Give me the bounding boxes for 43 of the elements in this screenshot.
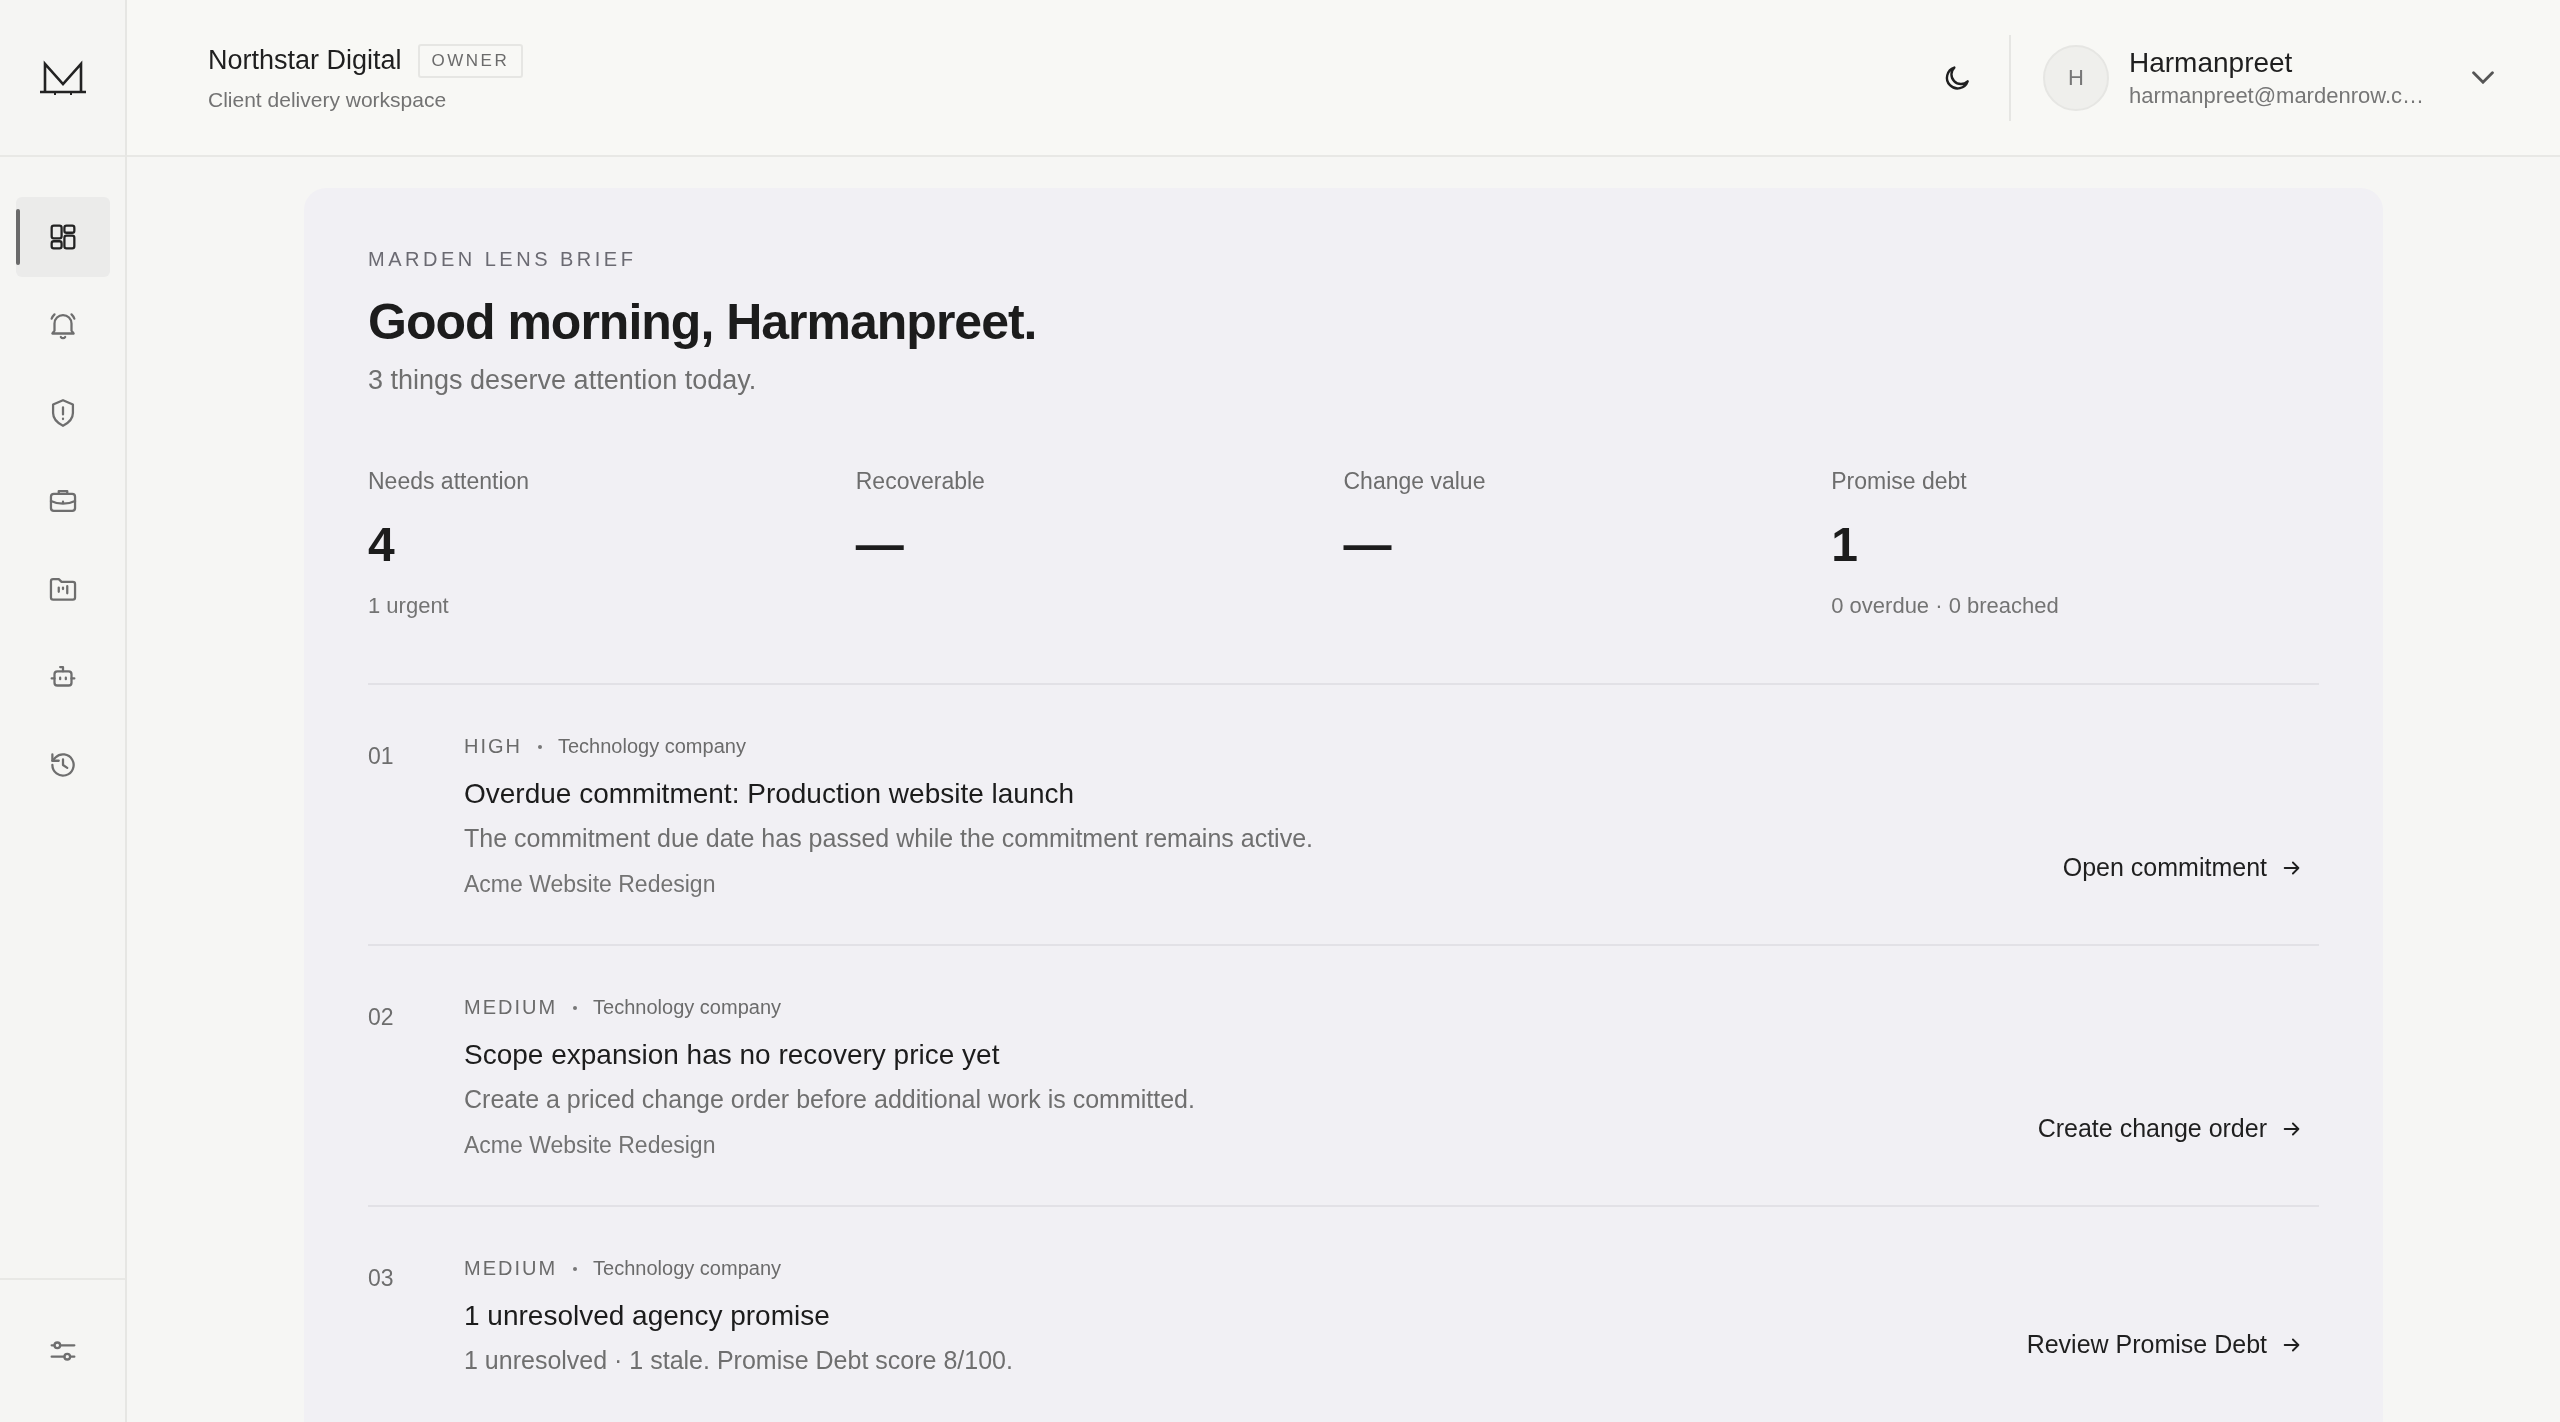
priority-label: HIGH (464, 735, 522, 758)
greeting-heading: Good morning, Harmanpreet. (368, 293, 1038, 351)
item-title: Overdue commitment: Production website launch (464, 778, 1076, 810)
stat-label: Recoverable (855, 468, 986, 495)
stat-label: Promise debt (1831, 468, 1968, 495)
logo-icon (38, 59, 87, 96)
item-description: The commitment due date has passed while the commitment remains active. (464, 824, 1314, 853)
item-title: Scope expansion has no recovery price yet (464, 1039, 1001, 1071)
avatar: H (2043, 44, 2109, 111)
item-description: 1 unresolved · 1 stale. Promise Debt score 8/100. (464, 1346, 1014, 1375)
stat-label: Needs attention (368, 468, 531, 495)
priority-label: MEDIUM (464, 996, 558, 1019)
item-number: 01 (368, 742, 395, 771)
project-name: Acme Website Redesign (464, 1132, 717, 1159)
section-eyebrow: MARDEN LENS BRIEF (368, 248, 638, 271)
action-link[interactable]: Create change order (2037, 1114, 2303, 1143)
nav-item[interactable] (15, 197, 110, 277)
user-menu[interactable]: H Harmanpreet harmanpreet@mardenrow.c… (2043, 44, 2494, 111)
item-number: 03 (368, 1264, 395, 1293)
role-badge: OWNER (417, 43, 524, 78)
action-link[interactable]: Open commitment (2062, 853, 2303, 882)
stat-value: 4 (368, 518, 395, 571)
chevron-down-icon (2472, 71, 2494, 84)
user-name: Harmanpreet (2129, 46, 2294, 79)
summary-text: 3 things deserve attention today. (368, 365, 758, 396)
stat-label: Change value (1343, 468, 1487, 495)
stat-value: 1 (1831, 518, 1858, 571)
project-name: Acme Website Redesign (464, 871, 717, 898)
priority-label: MEDIUM (464, 1257, 558, 1280)
category-label: Technology company (593, 996, 781, 1019)
item-description: Create a priced change order before additional work is committed. (464, 1085, 1196, 1114)
item-number: 02 (368, 1003, 395, 1032)
category-label: Technology company (593, 1257, 781, 1280)
stat-value: — (1343, 518, 1392, 571)
item-title: 1 unresolved agency promise (464, 1300, 831, 1332)
category-label: Technology company (558, 735, 746, 758)
stat-note: 1 urgent (368, 593, 450, 619)
workspace-name: Northstar Digital (208, 45, 402, 76)
workspace-subtitle: Client delivery workspace (208, 87, 448, 112)
stat-note: 0 overdue · 0 breached (1831, 593, 2060, 619)
user-email: harmanpreet@mardenrow.c… (2129, 82, 2424, 109)
stat-value: — (855, 518, 904, 571)
action-link[interactable]: Review Promise Debt (2026, 1330, 2303, 1359)
